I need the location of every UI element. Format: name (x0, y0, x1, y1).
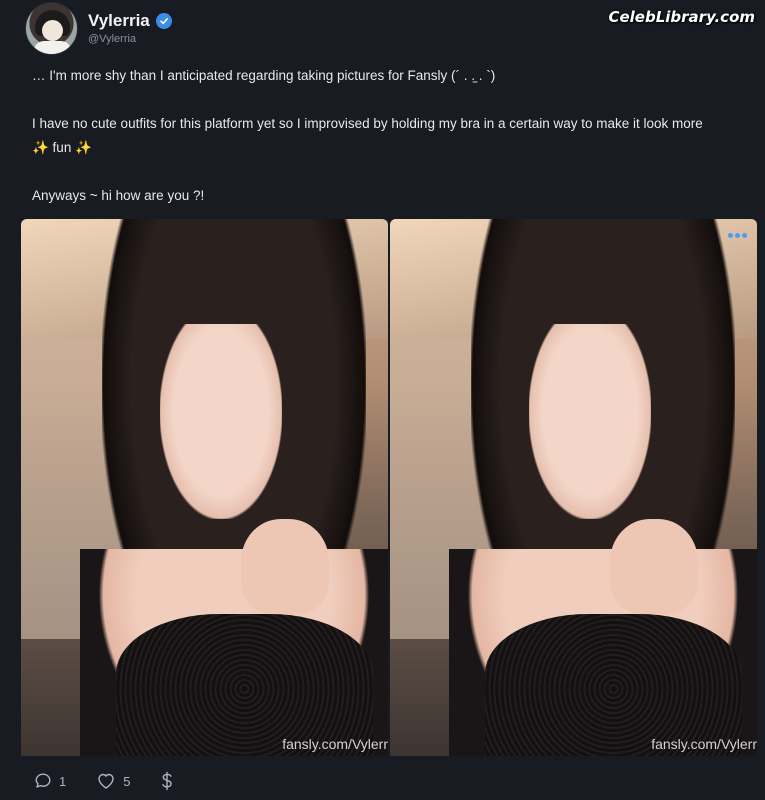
comment-icon (35, 773, 51, 788)
ellipsis-icon[interactable] (728, 233, 747, 238)
username-handle[interactable]: @Vylerria (88, 33, 172, 45)
like-count: 5 (123, 773, 131, 789)
comment-button[interactable]: 1 (34, 772, 66, 790)
verified-badge-icon (155, 13, 172, 29)
post-text-line: I have no cute outfits for this platform… (32, 116, 703, 131)
photo-1[interactable]: fansly.com/Vylerr (21, 219, 388, 756)
comment-count: 1 (59, 773, 67, 789)
author-info: Vylerria @Vylerria (88, 11, 172, 45)
post-card: Vylerria @Vylerria CelebLibrary.com … I'… (0, 0, 765, 800)
media-gallery: fansly.com/Vylerr fansly.com/Vylerr (21, 219, 757, 756)
dollar-icon (162, 771, 173, 791)
display-name[interactable]: Vylerria (88, 11, 150, 31)
post-text-line: Anyways ~ hi how are you ?! (32, 188, 205, 203)
watermark: CelebLibrary.com (608, 8, 755, 26)
like-button[interactable]: 5 (96, 772, 130, 790)
post-text-line: ✨ fun ✨ (32, 140, 92, 155)
post-header: Vylerria @Vylerria (25, 0, 172, 56)
photo-credit: fansly.com/Vylerr (651, 736, 757, 752)
heart-icon (98, 773, 114, 789)
post-text-line: … I'm more shy than I anticipated regard… (32, 68, 496, 83)
post-actions: 1 5 (34, 769, 174, 793)
avatar[interactable] (25, 1, 78, 55)
photo-credit: fansly.com/Vylerr (282, 736, 388, 752)
photo-2[interactable]: fansly.com/Vylerr (390, 219, 757, 756)
tip-button[interactable] (160, 771, 174, 791)
